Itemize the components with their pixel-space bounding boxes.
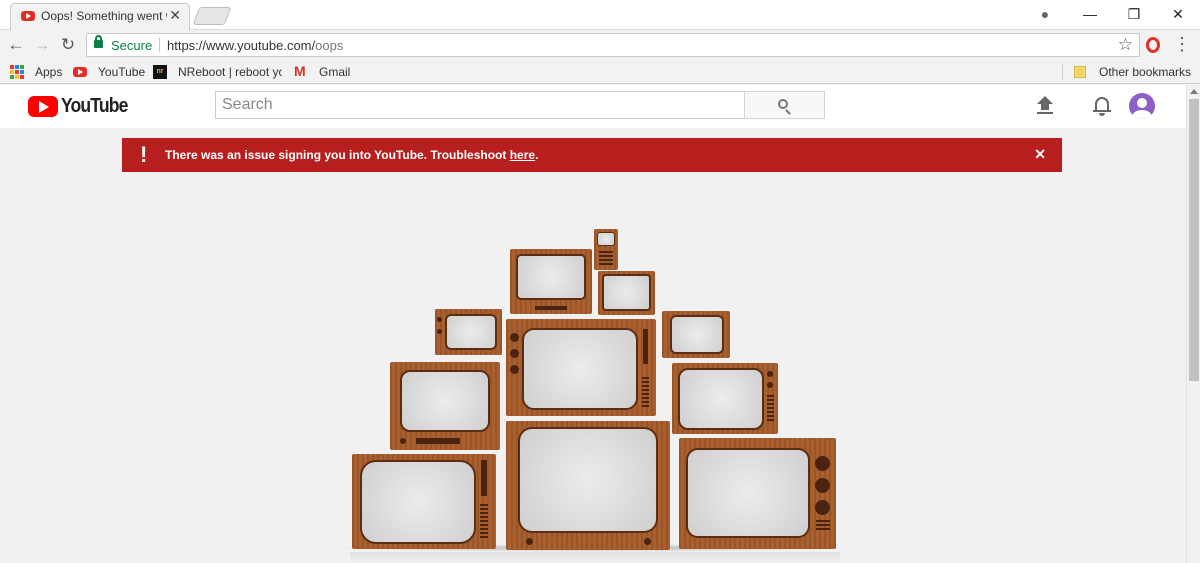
- tv-tiny-top: [594, 229, 618, 270]
- tv-mini-right: [662, 311, 730, 358]
- banner-message: There was an issue signing you into YouT…: [165, 148, 538, 162]
- restore-button[interactable]: ❐: [1112, 2, 1156, 26]
- browser-menu-icon[interactable]: ⋮: [1172, 33, 1192, 55]
- bookmarks-divider: [1062, 64, 1063, 80]
- new-tab-button[interactable]: [192, 7, 232, 25]
- troubleshoot-link[interactable]: here: [510, 148, 535, 162]
- tv-mini-left: [435, 309, 502, 355]
- tv-bottom-center: [506, 421, 670, 550]
- search-input[interactable]: [215, 91, 745, 119]
- tv-left-middle: [390, 362, 500, 450]
- minimize-button[interactable]: —: [1068, 2, 1112, 26]
- scroll-up-arrow-icon[interactable]: [1190, 89, 1198, 94]
- address-bar[interactable]: Secure https://www.youtube.com/oops ☆: [86, 33, 1140, 57]
- page-scrollbar[interactable]: [1186, 85, 1200, 563]
- youtube-logo-text: YouTube: [61, 95, 128, 117]
- close-window-button[interactable]: ✕: [1156, 2, 1200, 26]
- banner-suffix: .: [535, 148, 539, 162]
- bookmark-gmail[interactable]: Gmail: [319, 65, 350, 79]
- omnibox-divider: [159, 38, 160, 52]
- tv-small-left: [510, 249, 592, 314]
- back-button[interactable]: ←: [4, 33, 28, 57]
- bookmarks-bar: Apps YouTube nr NReboot | reboot yo M Gm…: [0, 60, 1200, 84]
- browser-toolbar: ← → ↻ Secure https://www.youtube.com/oop…: [0, 30, 1200, 60]
- url-path: oops: [315, 38, 344, 53]
- bookmark-star-icon[interactable]: ☆: [1118, 35, 1133, 55]
- lock-icon: [94, 35, 103, 48]
- profile-icon[interactable]: ●: [1023, 2, 1067, 26]
- forward-button[interactable]: →: [30, 33, 54, 57]
- banner-text: There was an issue signing you into YouT…: [165, 148, 510, 162]
- tv-right-middle: [672, 363, 778, 434]
- scroll-thumb[interactable]: [1189, 99, 1199, 381]
- sign-in-error-banner: ! There was an issue signing you into Yo…: [122, 138, 1062, 172]
- notifications-bell-icon[interactable]: [1093, 95, 1111, 117]
- youtube-icon: [73, 67, 87, 77]
- url-host: https://www.youtube.com/: [167, 38, 316, 53]
- folder-icon: [1074, 66, 1086, 78]
- browser-title-bar: Oops! Something went w ✕ ● — ❐ ✕: [0, 0, 1200, 30]
- tab-title: Oops! Something went w: [41, 9, 167, 23]
- search-icon: [778, 99, 788, 109]
- bookmark-apps[interactable]: Apps: [35, 65, 62, 79]
- opera-extension-icon[interactable]: [1146, 37, 1160, 53]
- apps-grid-icon[interactable]: [10, 65, 24, 79]
- bookmark-youtube[interactable]: YouTube: [98, 65, 145, 79]
- youtube-play-icon: [28, 96, 58, 117]
- reload-button[interactable]: ↻: [56, 33, 80, 57]
- tab-close-icon[interactable]: ✕: [169, 7, 181, 24]
- youtube-favicon-icon: [21, 11, 35, 21]
- bookmark-nreboot[interactable]: NReboot | reboot yo: [178, 65, 282, 79]
- upload-icon[interactable]: [1036, 96, 1054, 116]
- tv-small-right: [598, 271, 655, 315]
- gmail-icon: M: [294, 63, 306, 79]
- nreboot-icon: nr: [153, 65, 167, 79]
- account-avatar[interactable]: [1129, 93, 1155, 119]
- floor-shadow: [330, 544, 850, 552]
- url-text[interactable]: https://www.youtube.com/oops: [167, 38, 343, 53]
- browser-tab[interactable]: Oops! Something went w ✕: [10, 3, 190, 30]
- dismiss-banner-icon[interactable]: ✕: [1034, 146, 1046, 163]
- other-bookmarks[interactable]: Other bookmarks: [1099, 65, 1191, 79]
- tv-center-middle: [506, 319, 656, 416]
- floor-reflection: [350, 552, 840, 563]
- warning-icon: !: [140, 142, 148, 167]
- search-button[interactable]: [744, 91, 825, 119]
- security-label: Secure: [111, 38, 153, 53]
- tv-bottom-left: [352, 454, 496, 549]
- youtube-header: YouTube: [0, 85, 1186, 128]
- tv-bottom-right: [679, 438, 836, 549]
